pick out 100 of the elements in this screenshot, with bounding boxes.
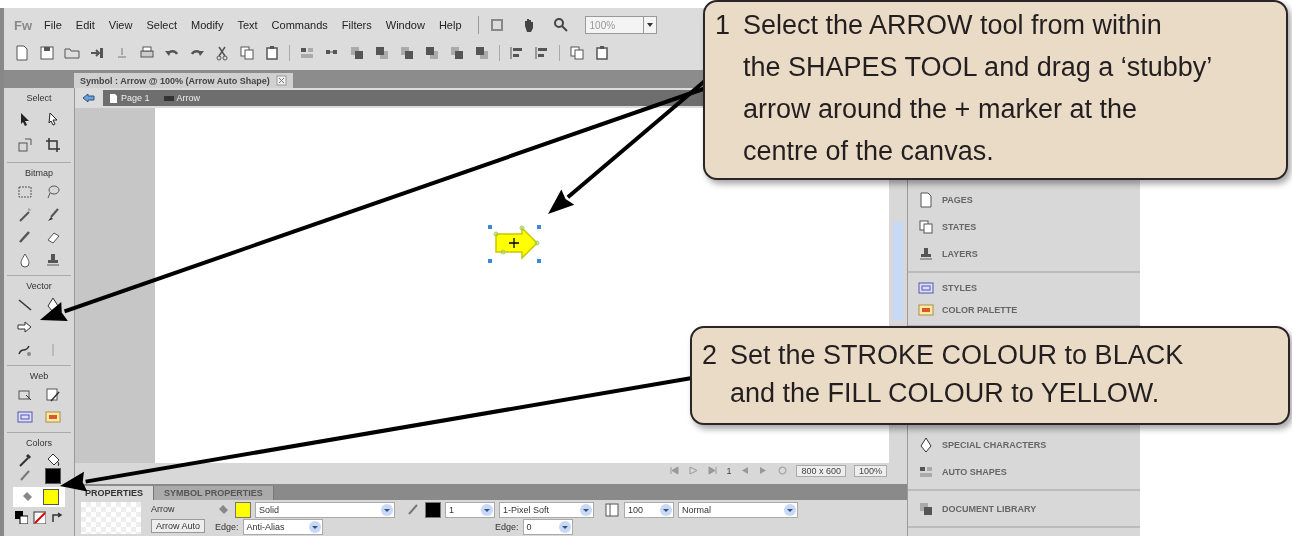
swap-colors-icon[interactable] <box>50 510 64 524</box>
copy-icon[interactable] <box>239 45 255 61</box>
styles-icon <box>918 280 934 296</box>
bring-front-icon[interactable] <box>349 45 365 61</box>
scroll-thumb[interactable] <box>893 222 903 320</box>
no-color-icon[interactable] <box>32 510 46 524</box>
panel-item[interactable]: LAYERS <box>908 240 1140 267</box>
stroke-size-field[interactable]: 1 <box>445 502 496 518</box>
panel-item[interactable]: COLOR PALETTE <box>908 299 1140 321</box>
lasso-icon[interactable] <box>45 183 61 200</box>
align-icon[interactable] <box>509 45 525 61</box>
screen-mode-icon[interactable] <box>488 17 505 33</box>
zoom-level[interactable]: 100% <box>853 464 887 477</box>
panel-item[interactable]: PAGES <box>908 186 1140 213</box>
new-document-icon[interactable] <box>14 45 30 61</box>
section-label: Vector <box>25 281 53 291</box>
back-icon[interactable] <box>81 91 97 105</box>
page-icon <box>109 93 118 103</box>
drop-icon[interactable] <box>17 252 33 269</box>
menu-item[interactable]: Window <box>385 19 425 31</box>
fill-type-dropdown[interactable]: Solid <box>255 502 396 518</box>
object-thumbnail <box>81 502 141 534</box>
send-back-icon[interactable] <box>474 45 490 61</box>
blend-mode-dropdown[interactable]: Normal <box>678 502 799 518</box>
document-tab[interactable]: Symbol : Arrow @ 100% (Arrow Auto Shape) <box>74 73 293 88</box>
show-slices-icon[interactable] <box>17 409 33 426</box>
caret-icon <box>659 503 674 517</box>
caret-icon <box>480 503 495 517</box>
bring-front-icon[interactable] <box>449 45 465 61</box>
fill-color-swatch[interactable] <box>43 489 59 505</box>
menu-item[interactable]: Commands <box>271 19 328 31</box>
panel-item[interactable]: STYLES <box>908 277 1140 299</box>
send-back-icon[interactable] <box>424 45 440 61</box>
panel-item[interactable]: DOCUMENT LIBRARY <box>908 495 1140 522</box>
object-type: Arrow Auto <box>151 519 206 533</box>
stamp-icon[interactable] <box>45 252 61 269</box>
edge-label: Edge: <box>495 522 519 532</box>
paste-icon[interactable] <box>594 45 610 61</box>
step-number: 2 <box>702 339 719 372</box>
close-icon[interactable] <box>275 75 287 86</box>
opacity-field[interactable]: 100 <box>624 502 675 518</box>
save-icon[interactable] <box>39 45 55 61</box>
paste-icon[interactable] <box>264 45 280 61</box>
default-colors-icon[interactable] <box>14 510 28 524</box>
wand-icon[interactable] <box>17 206 33 223</box>
panel-item[interactable]: SPECIAL CHARACTERS <box>908 431 1140 458</box>
callout-text: Set the STROKE COLOUR to BLACK and the FILL COLOUR to YELLOW. <box>730 339 1184 410</box>
import-icon[interactable] <box>89 45 105 61</box>
stroke-color-swatch[interactable] <box>45 468 61 484</box>
app-logo: Fw <box>14 17 33 33</box>
frame-number: 1 <box>726 465 732 476</box>
fill-color-swatch[interactable] <box>235 502 252 518</box>
crop-icon[interactable] <box>45 137 61 154</box>
caret-icon <box>642 17 656 33</box>
stroke-edge-field[interactable]: 0 <box>522 519 573 535</box>
section-label: Select <box>25 93 53 103</box>
copy-icon[interactable] <box>569 45 585 61</box>
caret-icon <box>557 520 572 534</box>
search-icon[interactable] <box>552 17 569 33</box>
menu-item[interactable]: View <box>108 19 133 31</box>
symbol-crumb[interactable]: Arrow <box>163 93 201 103</box>
brush-icon[interactable] <box>45 206 61 223</box>
palette-icon <box>918 302 934 318</box>
panel-item[interactable]: AUTO SHAPES <box>908 458 1140 485</box>
cut-icon[interactable] <box>214 45 230 61</box>
bring-front-icon[interactable] <box>399 45 415 61</box>
menu-item[interactable]: Help <box>438 19 462 31</box>
panel-tab[interactable]: PROPERTIES <box>75 486 154 500</box>
folder-icon[interactable] <box>64 45 80 61</box>
slice-icon[interactable] <box>45 386 61 403</box>
group-icon[interactable] <box>299 45 315 61</box>
menu-item[interactable]: Modify <box>191 19 224 31</box>
page-tab[interactable]: Page 1 <box>109 93 150 103</box>
stroke-type-dropdown[interactable]: 1-Pixel Soft <box>499 502 595 518</box>
opacity-icon[interactable] <box>604 502 621 518</box>
caret-icon <box>783 503 798 517</box>
send-back-icon[interactable] <box>374 45 390 61</box>
library-icon <box>918 500 934 517</box>
hide-slices-icon[interactable] <box>45 409 61 426</box>
align-icon[interactable] <box>534 45 550 61</box>
eyedropper-icon[interactable] <box>17 452 33 468</box>
symbol-icon <box>163 93 174 103</box>
print-icon[interactable] <box>139 45 155 61</box>
menu-item[interactable]: Filters <box>341 19 372 31</box>
canvas-size[interactable]: 800 x 600 <box>796 464 846 477</box>
menu-item[interactable]: Text <box>237 19 258 31</box>
fill-edge-dropdown[interactable]: Anti-Alias <box>242 519 323 535</box>
stroke-color-swatch[interactable] <box>425 502 442 518</box>
line-icon[interactable] <box>17 296 33 313</box>
object-name: Arrow <box>151 503 176 516</box>
callout-text: Select the ARROW tool from within the SHAPES TOOL and drag a ‘stubby’ arrow around the + marker at the centre of the canvas. <box>743 9 1213 168</box>
caret-icon <box>307 520 322 534</box>
arrow-shape-icon[interactable] <box>17 319 33 336</box>
paint-bucket-icon[interactable] <box>45 452 61 468</box>
panel-item[interactable]: STATES <box>908 213 1140 240</box>
menu-item[interactable]: File <box>44 19 62 31</box>
stack-icon <box>918 218 934 235</box>
caret-icon <box>579 503 594 517</box>
menu-item[interactable]: Edit <box>75 19 95 31</box>
menu-item[interactable]: Select <box>146 19 177 31</box>
